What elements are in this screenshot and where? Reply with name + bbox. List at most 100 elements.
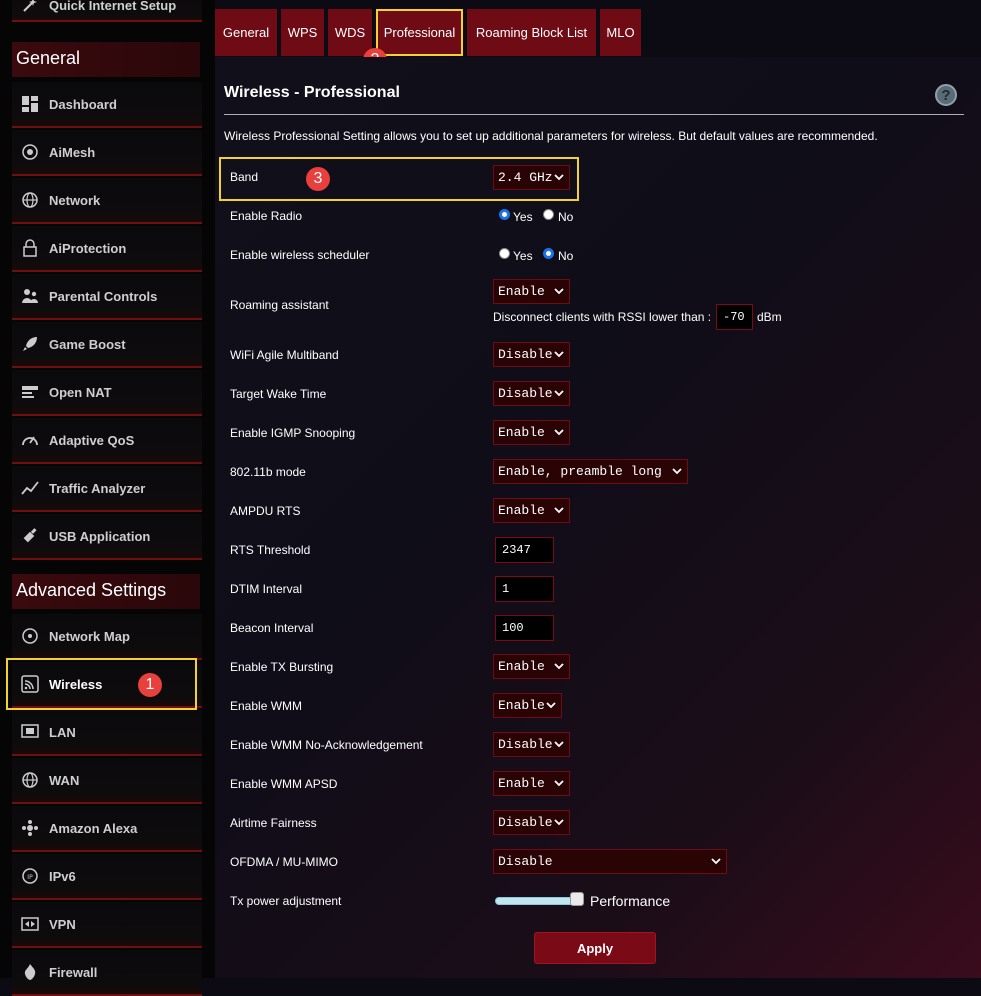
tx-bursting-select[interactable]: Enable <box>493 654 570 679</box>
tx-power-value: Performance <box>590 893 671 909</box>
roaming-value: Enable <box>498 284 545 299</box>
chevron-down-icon <box>554 429 564 436</box>
sidebar-item-firewall[interactable]: Firewall <box>12 950 202 996</box>
sidebar-item-adaptive-qos[interactable]: Adaptive QoS <box>12 418 202 464</box>
rts-threshold-input[interactable]: 2347 <box>495 537 554 563</box>
ofdma-select[interactable]: Disable <box>493 849 727 874</box>
sidebar-item-label: Network Map <box>49 628 130 644</box>
tab-general[interactable]: General <box>215 9 277 56</box>
sidebar-item-game-boost[interactable]: Game Boost <box>12 322 202 368</box>
sidebar-item-label: Network <box>49 192 101 208</box>
ampdu-rts-label: AMPDU RTS <box>230 504 301 518</box>
tx-bursting-value: Enable <box>498 659 545 674</box>
ampdu-rts-select[interactable]: Enable <box>493 498 570 523</box>
enable-radio-yes-label: Yes <box>513 210 533 224</box>
tx-power-slider-handle[interactable] <box>570 892 584 906</box>
tab-wds[interactable]: WDS <box>328 9 372 56</box>
band-value: 2.4 GHz <box>498 170 553 185</box>
sidebar-item-label: VPN <box>49 916 76 932</box>
b-mode-value: Enable, preamble long <box>498 464 662 479</box>
ampdu-rts-value: Enable <box>498 503 545 518</box>
chevron-down-icon <box>554 741 564 748</box>
sidebar-item-label: Firewall <box>49 964 98 980</box>
help-icon[interactable]: ? <box>935 84 957 106</box>
band-label: Band <box>230 170 259 184</box>
apply-button[interactable]: Apply <box>534 932 656 964</box>
sidebar-item-vpn[interactable]: VPN <box>12 902 202 948</box>
chevron-down-icon <box>554 819 564 826</box>
sidebar-item-label: Open NAT <box>49 384 112 400</box>
wand-icon <box>21 0 39 14</box>
band-select[interactable]: 2.4 GHz <box>493 165 570 190</box>
enable-radio-yes-radio[interactable] <box>499 209 510 220</box>
chevron-down-icon <box>554 351 564 358</box>
target-wake-time-select[interactable]: Disable <box>493 381 570 406</box>
dtim-interval-input[interactable]: 1 <box>495 576 554 602</box>
tx-bursting-label: Enable TX Bursting <box>230 660 334 674</box>
wmm-noack-select[interactable]: Disable <box>493 732 570 757</box>
sidebar-item-aiprotection[interactable]: AiProtection <box>12 226 202 272</box>
wmm-apsd-value: Enable <box>498 776 545 791</box>
roaming-select[interactable]: Enable <box>493 279 570 304</box>
enable-radio-no-radio[interactable] <box>543 209 554 220</box>
tx-power-label: Tx power adjustment <box>230 894 342 908</box>
sidebar-item-network-map[interactable]: Network Map <box>12 614 202 660</box>
agile-multiband-select[interactable]: Disable <box>493 342 570 367</box>
sidebar-item-network[interactable]: Network <box>12 178 202 224</box>
airtime-fairness-label: Airtime Fairness <box>230 816 317 830</box>
igmp-snooping-select[interactable]: Enable <box>493 420 570 445</box>
parental-icon <box>21 287 39 305</box>
wan-icon <box>21 771 39 789</box>
page-title: Wireless - Professional <box>224 84 400 101</box>
annotation-badge-1: 1 <box>138 673 162 697</box>
b-mode-label: 802.11b mode <box>230 465 306 479</box>
sidebar-item-ipv6[interactable]: IP IPv6 <box>12 854 202 900</box>
b-mode-select[interactable]: Enable, preamble long <box>493 459 688 484</box>
sidebar-item-aimesh[interactable]: AiMesh <box>12 130 202 176</box>
wmm-apsd-select[interactable]: Enable <box>493 771 570 796</box>
sidebar-item-label: Amazon Alexa <box>49 820 138 836</box>
sidebar-item-parental-controls[interactable]: Parental Controls <box>12 274 202 320</box>
sidebar-item-usb-application[interactable]: USB Application <box>12 514 202 560</box>
scheduler-yes-radio[interactable] <box>499 248 510 259</box>
tab-professional[interactable]: Professional <box>376 9 463 56</box>
wmm-noack-value: Disable <box>498 737 553 752</box>
scheduler-label: Enable wireless scheduler <box>230 248 370 262</box>
lock-icon <box>21 239 39 257</box>
ofdma-value: Disable <box>498 854 553 869</box>
wmm-label: Enable WMM <box>230 699 303 713</box>
igmp-snooping-label: Enable IGMP Snooping <box>230 426 356 440</box>
vpn-icon <box>21 915 39 933</box>
sidebar-item-quick-internet-setup[interactable]: Quick Internet Setup <box>12 0 202 22</box>
airtime-fairness-select[interactable]: Disable <box>493 810 570 835</box>
tab-mlo[interactable]: MLO <box>600 9 641 56</box>
sidebar-item-open-nat[interactable]: Open NAT <box>12 370 202 416</box>
alexa-icon <box>21 819 39 837</box>
sidebar-item-label: WAN <box>49 772 80 788</box>
beacon-interval-input[interactable]: 100 <box>495 615 554 641</box>
tab-wps[interactable]: WPS <box>281 9 324 56</box>
scheduler-no-label: No <box>558 249 574 263</box>
enable-radio-no-label: No <box>558 210 574 224</box>
tab-roaming-block-list[interactable]: Roaming Block List <box>467 9 596 56</box>
sidebar-item-label: Game Boost <box>49 336 126 352</box>
beacon-interval-label: Beacon Interval <box>230 621 314 635</box>
sidebar-item-amazon-alexa[interactable]: Amazon Alexa <box>12 806 202 852</box>
firewall-icon <box>21 963 39 981</box>
sidebar-item-lan[interactable]: LAN <box>12 710 202 756</box>
sidebar-item-dashboard[interactable]: Dashboard <box>12 82 202 128</box>
sidebar-item-label: LAN <box>49 724 76 740</box>
chevron-down-icon <box>672 468 682 475</box>
rssi-input[interactable]: -70 <box>716 304 753 330</box>
chevron-down-icon <box>546 702 556 709</box>
dtim-interval-label: DTIM Interval <box>230 582 303 596</box>
sidebar-item-wan[interactable]: WAN <box>12 758 202 804</box>
speedometer-icon <box>21 431 39 449</box>
wmm-select[interactable]: Enable <box>493 693 562 718</box>
sidebar-item-label: Quick Internet Setup <box>49 0 177 13</box>
sidebar-item-traffic-analyzer[interactable]: Traffic Analyzer <box>12 466 202 512</box>
scheduler-no-radio[interactable] <box>543 248 554 259</box>
rssi-unit: dBm <box>757 310 782 324</box>
target-wake-time-value: Disable <box>498 386 553 401</box>
tx-power-slider[interactable] <box>495 897 577 905</box>
